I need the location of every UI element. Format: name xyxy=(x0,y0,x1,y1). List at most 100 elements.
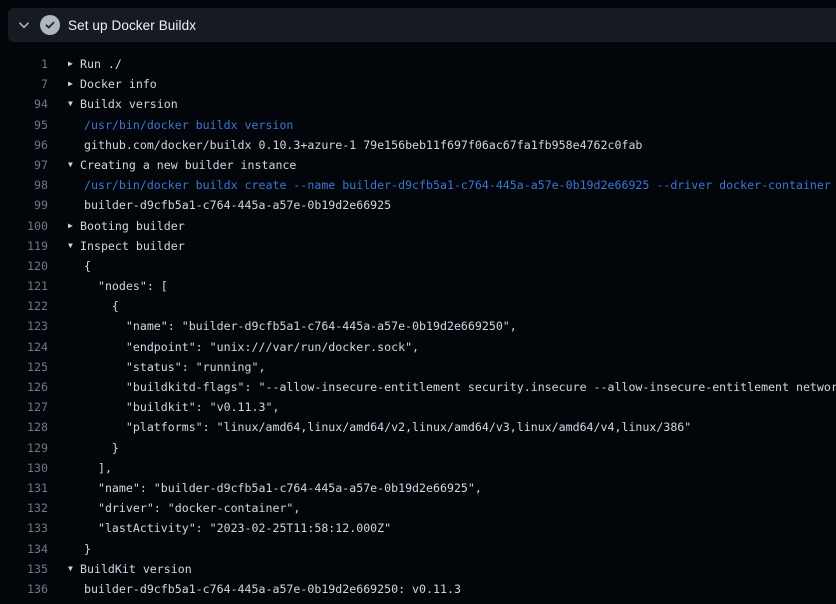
line-number[interactable]: 132 xyxy=(0,498,48,518)
line-number[interactable]: 95 xyxy=(0,115,48,135)
line-number[interactable]: 98 xyxy=(0,175,48,195)
log-line[interactable]: 97 ▼ Creating a new builder instance xyxy=(0,155,836,175)
line-number[interactable]: 122 xyxy=(0,296,48,316)
log-group-title[interactable]: Docker info xyxy=(80,74,157,94)
log-line[interactable]: 135 ▼ BuildKit version xyxy=(0,559,836,579)
group-expanded-icon[interactable]: ▼ xyxy=(68,236,73,256)
line-gutter xyxy=(48,135,80,155)
log-line: 131 "name": "builder-d9cfb5a1-c764-445a-… xyxy=(0,478,836,498)
line-number[interactable]: 134 xyxy=(0,539,48,559)
line-number[interactable]: 133 xyxy=(0,518,48,538)
log-output-text: { xyxy=(80,296,119,316)
log-output-text: "nodes": [ xyxy=(80,276,168,296)
log-line: 130 ], xyxy=(0,458,836,478)
line-gutter xyxy=(48,377,80,397)
line-number[interactable]: 120 xyxy=(0,256,48,276)
line-number[interactable]: 123 xyxy=(0,316,48,336)
step-header[interactable]: Set up Docker Buildx xyxy=(8,8,836,42)
line-gutter xyxy=(48,175,80,195)
line-gutter xyxy=(48,276,80,296)
log-output-text: "driver": "docker-container", xyxy=(80,498,300,518)
line-number[interactable]: 94 xyxy=(0,94,48,114)
log-line[interactable]: 100 ▶ Booting builder xyxy=(0,216,836,236)
line-number[interactable]: 130 xyxy=(0,458,48,478)
log-command-text: /usr/bin/docker buildx version xyxy=(80,115,293,135)
group-collapsed-icon[interactable]: ▶ xyxy=(68,74,73,94)
line-number[interactable]: 124 xyxy=(0,337,48,357)
line-number[interactable]: 126 xyxy=(0,377,48,397)
group-collapsed-icon[interactable]: ▶ xyxy=(68,54,73,74)
line-gutter xyxy=(48,438,80,458)
line-number[interactable]: 136 xyxy=(0,579,48,599)
line-gutter xyxy=(48,256,80,276)
log-output-text: } xyxy=(80,539,91,559)
line-number[interactable]: 121 xyxy=(0,276,48,296)
log-output-text: { xyxy=(80,256,91,276)
line-gutter xyxy=(48,498,80,518)
log-output-text: ], xyxy=(80,458,112,478)
log-output-text: "platforms": "linux/amd64,linux/amd64/v2… xyxy=(80,417,691,437)
line-number[interactable]: 125 xyxy=(0,357,48,377)
line-number[interactable]: 127 xyxy=(0,397,48,417)
log-line: 124 "endpoint": "unix:///var/run/docker.… xyxy=(0,337,836,357)
log-output-text: "status": "running", xyxy=(80,357,265,377)
log-output-text: "name": "builder-d9cfb5a1-c764-445a-a57e… xyxy=(80,478,482,498)
log-line: 120 { xyxy=(0,256,836,276)
log-group-title[interactable]: BuildKit version xyxy=(80,559,192,579)
line-gutter xyxy=(48,337,80,357)
log-line: 128 "platforms": "linux/amd64,linux/amd6… xyxy=(0,417,836,437)
log-output-text: github.com/docker/buildx 0.10.3+azure-1 … xyxy=(80,135,642,155)
line-gutter: ▶ xyxy=(48,216,80,236)
line-number[interactable]: 99 xyxy=(0,195,48,215)
line-gutter: ▼ xyxy=(48,559,80,579)
line-gutter: ▼ xyxy=(48,236,80,256)
log-group-title[interactable]: Buildx version xyxy=(80,94,178,114)
line-gutter xyxy=(48,397,80,417)
log-line: 125 "status": "running", xyxy=(0,357,836,377)
log-group-title[interactable]: Booting builder xyxy=(80,216,185,236)
line-gutter xyxy=(48,417,80,437)
log-group-title[interactable]: Creating a new builder instance xyxy=(80,155,296,175)
log-line: 98/usr/bin/docker buildx create --name b… xyxy=(0,175,836,195)
log-line: 129 } xyxy=(0,438,836,458)
log-line[interactable]: 119 ▼ Inspect builder xyxy=(0,236,836,256)
log-line: 126 "buildkitd-flags": "--allow-insecure… xyxy=(0,377,836,397)
log-line: 99builder-d9cfb5a1-c764-445a-a57e-0b19d2… xyxy=(0,195,836,215)
line-number[interactable]: 1 xyxy=(0,54,48,74)
check-circle-icon xyxy=(40,15,60,35)
log-output-text: } xyxy=(80,438,119,458)
line-number[interactable]: 131 xyxy=(0,478,48,498)
line-gutter xyxy=(48,316,80,336)
line-number[interactable]: 7 xyxy=(0,74,48,94)
group-expanded-icon[interactable]: ▼ xyxy=(68,155,73,175)
line-gutter xyxy=(48,195,80,215)
log-line[interactable]: 7 ▶ Docker info xyxy=(0,74,836,94)
log-command-text: /usr/bin/docker buildx create --name bui… xyxy=(80,175,831,195)
line-number[interactable]: 135 xyxy=(0,559,48,579)
line-number[interactable]: 129 xyxy=(0,438,48,458)
line-number[interactable]: 100 xyxy=(0,216,48,236)
group-expanded-icon[interactable]: ▼ xyxy=(68,559,73,579)
log-line[interactable]: 94 ▼ Buildx version xyxy=(0,94,836,114)
line-number[interactable]: 97 xyxy=(0,155,48,175)
group-collapsed-icon[interactable]: ▶ xyxy=(68,216,73,236)
line-number[interactable]: 96 xyxy=(0,135,48,155)
line-gutter: ▶ xyxy=(48,74,80,94)
line-gutter: ▼ xyxy=(48,155,80,175)
log-group-title[interactable]: Run ./ xyxy=(80,54,122,74)
log-line: 123 "name": "builder-d9cfb5a1-c764-445a-… xyxy=(0,316,836,336)
log-output-text: "name": "builder-d9cfb5a1-c764-445a-a57e… xyxy=(80,316,517,336)
line-number[interactable]: 119 xyxy=(0,236,48,256)
log-line: 96 github.com/docker/buildx 0.10.3+azure-… xyxy=(0,135,836,155)
line-gutter xyxy=(48,458,80,478)
line-gutter xyxy=(48,296,80,316)
log-output-text: "buildkitd-flags": "--allow-insecure-ent… xyxy=(80,377,836,397)
log-group-title[interactable]: Inspect builder xyxy=(80,236,185,256)
chevron-down-icon[interactable] xyxy=(16,17,32,33)
group-expanded-icon[interactable]: ▼ xyxy=(68,94,73,114)
log-line: 133 "lastActivity": "2023-02-25T11:58:12… xyxy=(0,518,836,538)
log-line: 121 "nodes": [ xyxy=(0,276,836,296)
log-line[interactable]: 1 ▶ Run ./ xyxy=(0,54,836,74)
log-line: 132 "driver": "docker-container", xyxy=(0,498,836,518)
line-number[interactable]: 128 xyxy=(0,417,48,437)
